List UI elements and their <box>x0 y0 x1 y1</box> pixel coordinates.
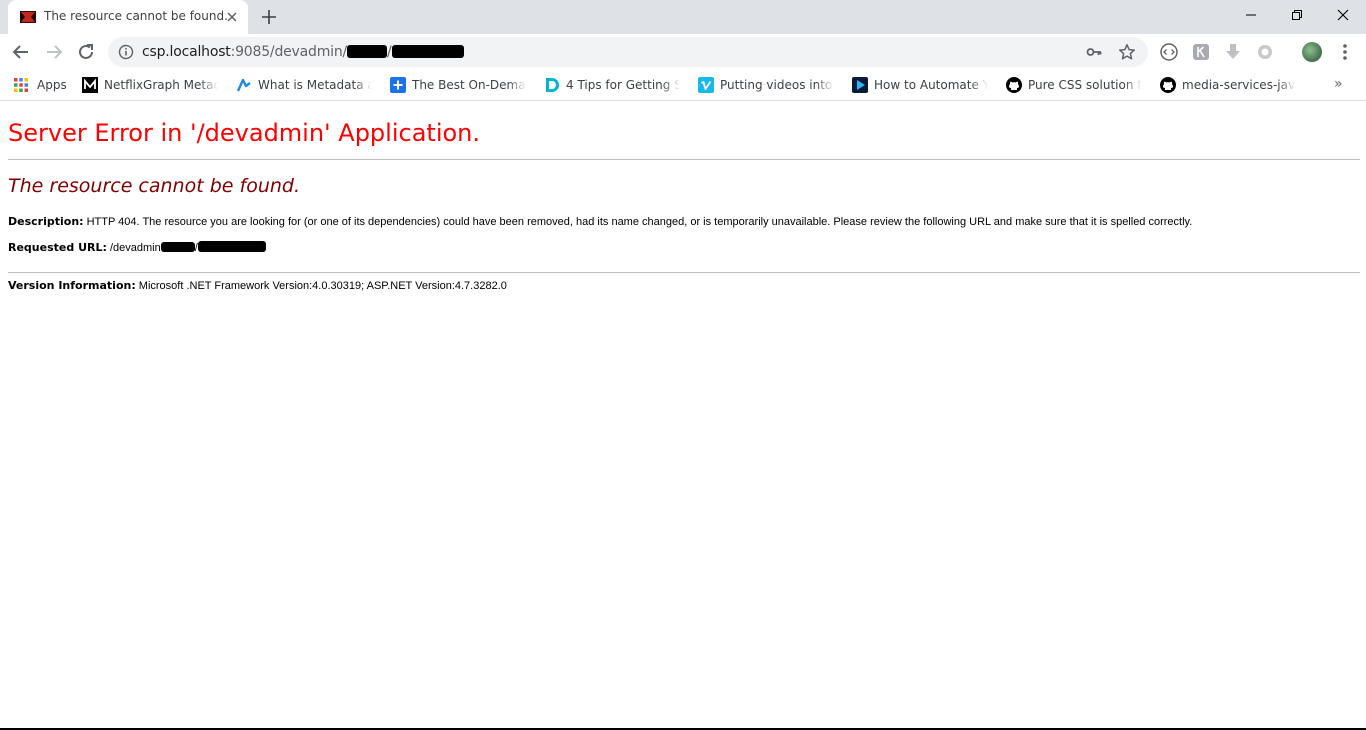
address-bar[interactable]: csp.localhost:9085/devadmin// <box>108 37 1148 67</box>
bookmark-what-is-metadata[interactable]: What is Metadata and <box>236 75 372 95</box>
bookmark-4-tips[interactable]: 4 Tips for Getting Sta <box>544 75 680 95</box>
description-line: Description: HTTP 404. The resource you … <box>8 215 1192 228</box>
redacted-block <box>391 45 464 58</box>
bookmark-star-icon[interactable] <box>1118 43 1136 61</box>
github-icon <box>1006 77 1022 93</box>
version-line: Version Information: Microsoft .NET Fram… <box>8 279 507 292</box>
url-text[interactable]: csp.localhost:9085/devadmin// <box>142 44 464 60</box>
bookmark-how-to-automate[interactable]: How to Automate Yo <box>852 75 988 95</box>
version-label: Version Information: <box>8 279 136 292</box>
redacted-block <box>160 242 195 252</box>
bookmark-apps[interactable]: Apps <box>13 75 77 95</box>
forward-arrow-icon[interactable] <box>42 40 66 64</box>
play-logo-icon <box>852 77 868 93</box>
profile-avatar[interactable] <box>1302 42 1322 62</box>
minimize-button[interactable] <box>1228 0 1274 30</box>
apps-grid-icon <box>14 78 28 92</box>
close-icon <box>1337 9 1349 21</box>
restore-icon <box>1292 10 1302 20</box>
reload-icon[interactable] <box>74 40 98 64</box>
bookmark-putting-videos[interactable]: Putting videos into S <box>698 75 834 95</box>
error-heading: Server Error in '/devadmin' Application. <box>8 119 481 147</box>
divider <box>8 159 1360 160</box>
site-info-icon[interactable] <box>118 44 134 60</box>
arrow-logo-icon <box>236 78 251 92</box>
bookmark-label: Apps <box>37 78 67 92</box>
medium-icon <box>82 77 98 93</box>
divider <box>8 272 1360 273</box>
bookmarks-bar: Apps NetflixGraph Metadata What is Metad… <box>0 70 1366 101</box>
bookmark-netflixgraph[interactable]: NetflixGraph Metadata <box>82 75 218 95</box>
browser-toolbar: csp.localhost:9085/devadmin// <box>0 34 1366 70</box>
browser-tab[interactable]: The resource cannot be found. <box>8 0 248 34</box>
bookmark-media-services[interactable]: media-services-javas <box>1160 75 1296 95</box>
requested-url-label: Requested URL: <box>8 241 107 254</box>
extension-circle-icon[interactable] <box>1255 42 1275 62</box>
tab-close-icon[interactable] <box>224 9 240 25</box>
bookmark-pure-css[interactable]: Pure CSS solution for <box>1006 75 1142 95</box>
extension-download-icon[interactable] <box>1223 42 1243 62</box>
d-logo-icon <box>546 78 559 92</box>
vimeo-icon <box>698 77 714 93</box>
bookmarks-overflow-button[interactable]: » <box>1334 76 1343 92</box>
red-black-favicon-icon <box>20 11 36 23</box>
redacted-block <box>197 241 266 252</box>
extension-code-icon[interactable] <box>1159 42 1179 62</box>
description-label: Description: <box>8 215 84 228</box>
back-arrow-icon[interactable] <box>9 40 33 64</box>
error-subheading: The resource cannot be found. <box>8 175 301 197</box>
requested-url-line: Requested URL: /devadmin / <box>8 241 266 254</box>
description-text: HTTP 404. The resource you are looking f… <box>83 216 1193 228</box>
bookmark-best-on-demand[interactable]: The Best On-Demand <box>390 75 526 95</box>
tab-title: The resource cannot be found. <box>44 9 228 23</box>
version-text: Microsoft .NET Framework Version:4.0.303… <box>135 280 507 292</box>
minimize-icon <box>1246 14 1256 16</box>
extension-k-icon[interactable] <box>1191 42 1211 62</box>
redacted-block <box>347 45 388 58</box>
restore-button[interactable] <box>1274 0 1320 30</box>
url-host: csp.localhost <box>142 44 231 60</box>
plus-logo-icon <box>390 77 406 93</box>
tab-strip: The resource cannot be found. <box>0 0 1366 34</box>
requested-url-value: /devadmin <box>106 242 161 254</box>
github-icon <box>1160 77 1176 93</box>
close-window-button[interactable] <box>1320 0 1366 30</box>
key-icon[interactable] <box>1086 44 1102 60</box>
url-path: :9085/devadmin/ <box>230 44 348 60</box>
page-content: Server Error in '/devadmin' Application.… <box>0 101 1366 728</box>
new-tab-plus-icon[interactable] <box>259 7 279 27</box>
menu-dots-icon[interactable] <box>1335 41 1355 63</box>
